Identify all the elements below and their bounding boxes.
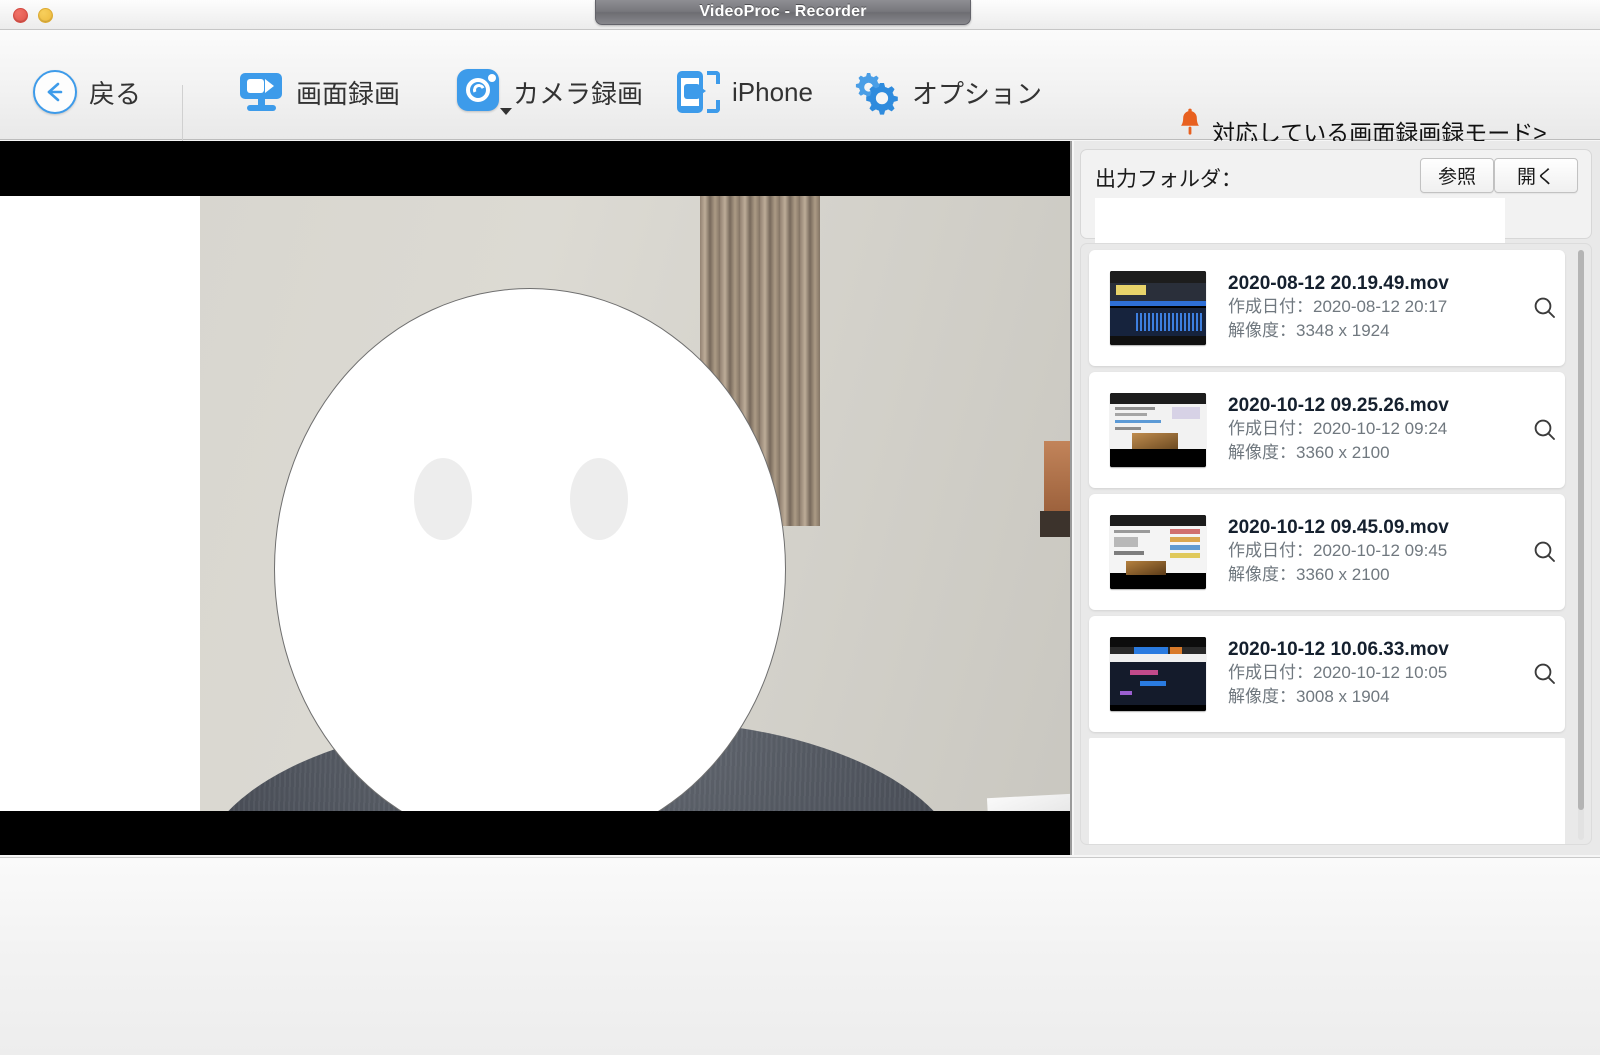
file-thumbnail [1110,393,1206,467]
file-meta: 2020-10-12 09.25.26.mov作成日付：2020-10-12 0… [1228,395,1525,465]
window-controls [13,8,53,23]
options-label: オプション [912,78,1043,109]
file-resolution: 解像度：3348 x 1924 [1228,321,1390,340]
face-mask-eye-left [414,458,472,540]
toolbar-divider [182,85,183,143]
screen-record-label: 画面録画 [296,78,401,109]
tab-camera-record[interactable]: カメラ録画 [457,69,643,115]
title-bar: VideoProc - Recorder [0,0,1600,30]
file-list-item[interactable]: 2020-08-12 20.19.49.mov作成日付：2020-08-12 2… [1089,250,1565,366]
file-name: 2020-10-12 09.45.09.mov [1228,516,1449,538]
output-folder-card: 出力フォルダ： 参照 開く [1080,149,1592,246]
preview-file-button[interactable] [1525,539,1565,565]
file-created: 作成日付：2020-10-12 09:24 [1228,418,1448,438]
file-created: 作成日付：2020-08-12 20:17 [1228,296,1448,316]
preview-file-button[interactable] [1525,661,1565,687]
scrollbar-thumb[interactable] [1578,250,1584,810]
recorded-files-list[interactable]: 2020-08-12 20.19.49.mov作成日付：2020-08-12 2… [1080,243,1592,845]
back-arrow-icon [33,70,77,114]
file-name: 2020-08-12 20.19.49.mov [1228,272,1449,294]
minimize-button[interactable] [38,8,53,23]
window-title-tab: VideoProc - Recorder [595,0,971,25]
letterbox-top [0,141,1070,196]
file-created: 作成日付：2020-10-12 10:05 [1228,662,1448,682]
scene-wall-left [0,141,200,855]
tab-options[interactable]: オプション [850,69,1042,115]
file-name: 2020-10-12 09.25.26.mov [1228,394,1449,416]
back-button[interactable]: 戻る [33,70,141,114]
bell-icon [1175,108,1205,145]
file-resolution: 解像度：3360 x 2100 [1228,443,1390,462]
file-meta: 2020-10-12 09.45.09.mov作成日付：2020-10-12 0… [1228,517,1525,587]
gear-icon [850,69,900,115]
tab-screen-record[interactable]: 画面録画 [240,71,400,113]
letterbox-bottom [0,811,1070,855]
main-toolbar: 戻る 画面録画 カメラ録画 iPhone オプション 対応している画面録画録モー… [0,30,1600,146]
camera-preview[interactable] [0,141,1072,855]
file-created: 作成日付：2020-10-12 09:45 [1228,540,1448,560]
file-meta: 2020-08-12 20.19.49.mov作成日付：2020-08-12 2… [1228,273,1525,343]
file-thumbnail [1110,515,1206,589]
file-resolution: 解像度：3008 x 1904 [1228,687,1390,706]
file-resolution: 解像度：3360 x 2100 [1228,565,1390,584]
scene-picture-frame [1044,441,1070,513]
face-mask-eye-right [570,458,628,540]
camera-record-label: カメラ録画 [513,78,644,109]
file-thumbnail [1110,637,1206,711]
bottom-toolbar: クロップ W H 243 80 [0,857,1600,1055]
output-panel: 出力フォルダ： 参照 開く 2020-08-12 20.19.49.mov作成日… [1074,141,1600,855]
back-label: 戻る [89,78,142,109]
file-list-item[interactable]: 2020-10-12 09.45.09.mov作成日付：2020-10-12 0… [1089,494,1565,610]
screen-record-icon [240,71,284,113]
file-list-empty-area [1089,738,1565,844]
file-list-scrollbar[interactable] [1575,250,1587,840]
camera-record-icon [457,69,512,115]
output-folder-label: 出力フォルダ： [1095,168,1242,191]
videoproc-recorder-window: VideoProc - Recorder 戻る 画面録画 カメラ録画 iPhon… [0,0,1600,1055]
scene-shelf [1040,511,1070,537]
preview-file-button[interactable] [1525,417,1565,443]
file-list-item[interactable]: 2020-10-12 09.25.26.mov作成日付：2020-10-12 0… [1089,372,1565,488]
output-path-field[interactable] [1095,198,1505,246]
iphone-icon [672,70,720,114]
face-mask-overlay [274,288,786,850]
file-thumbnail [1110,271,1206,345]
browse-button[interactable]: 参照 [1420,158,1494,193]
close-button[interactable] [13,8,28,23]
tab-iphone[interactable]: iPhone [672,70,813,114]
file-list-item[interactable]: 2020-10-12 10.06.33.mov作成日付：2020-10-12 1… [1089,616,1565,732]
file-meta: 2020-10-12 10.06.33.mov作成日付：2020-10-12 1… [1228,639,1525,709]
chevron-down-icon [500,108,512,115]
iphone-label: iPhone [732,76,813,107]
file-name: 2020-10-12 10.06.33.mov [1228,638,1449,660]
preview-file-button[interactable] [1525,295,1565,321]
window-title: VideoProc - Recorder [699,3,867,20]
file-list-inner: 2020-08-12 20.19.49.mov作成日付：2020-08-12 2… [1081,244,1573,844]
open-folder-button[interactable]: 開く [1494,158,1578,193]
